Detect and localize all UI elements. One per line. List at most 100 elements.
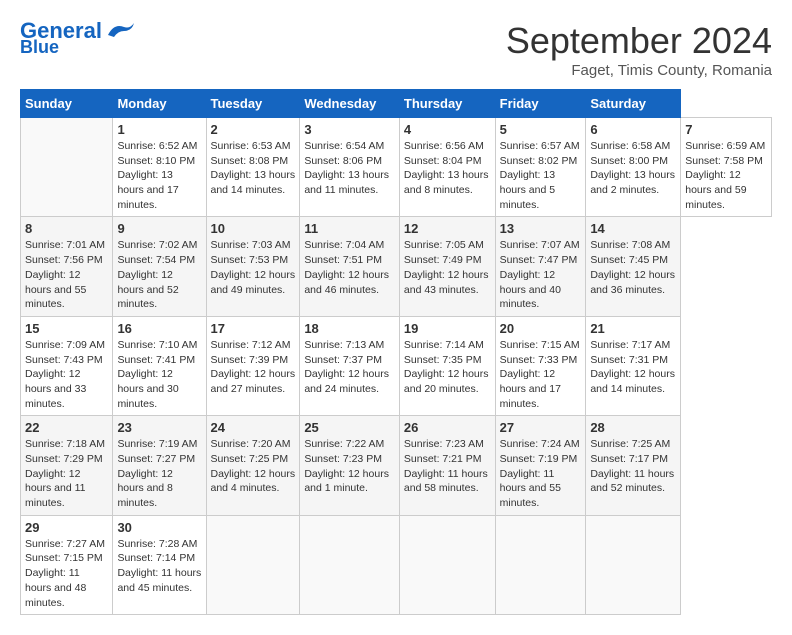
day-number: 11	[304, 221, 395, 236]
day-info: Sunrise: 7:18 AMSunset: 7:29 PMDaylight:…	[25, 437, 108, 510]
calendar-day-cell	[495, 515, 586, 614]
calendar-day-cell: 1 Sunrise: 6:52 AMSunset: 8:10 PMDaylight…	[113, 118, 206, 217]
title-area: September 2024 Faget, Timis County, Roma…	[506, 20, 772, 79]
calendar-day-cell: 30 Sunrise: 7:28 AMSunset: 7:14 PMDayligh…	[113, 515, 206, 614]
calendar-day-cell: 5 Sunrise: 6:57 AMSunset: 8:02 PMDaylight…	[495, 118, 586, 217]
calendar-day-cell: 13 Sunrise: 7:07 AMSunset: 7:47 PMDayligh…	[495, 217, 586, 316]
day-info: Sunrise: 7:22 AMSunset: 7:23 PMDaylight:…	[304, 437, 395, 496]
day-info: Sunrise: 7:27 AMSunset: 7:15 PMDaylight:…	[25, 537, 108, 610]
calendar-day-cell: 16 Sunrise: 7:10 AMSunset: 7:41 PMDayligh…	[113, 316, 206, 415]
day-of-week-header: Wednesday	[300, 90, 400, 118]
day-number: 24	[211, 420, 296, 435]
day-info: Sunrise: 7:17 AMSunset: 7:31 PMDaylight:…	[590, 338, 676, 397]
calendar-day-cell	[300, 515, 400, 614]
day-number: 30	[117, 520, 201, 535]
calendar-day-cell: 14Sunrise: 7:08 AMSunset: 7:45 PMDayligh…	[586, 217, 681, 316]
day-of-week-header: Friday	[495, 90, 586, 118]
logo-blue-text: Blue	[20, 38, 59, 56]
day-number: 2	[211, 122, 296, 137]
calendar-day-cell: 15 Sunrise: 7:09 AMSunset: 7:43 PMDayligh…	[21, 316, 113, 415]
day-info: Sunrise: 7:23 AMSunset: 7:21 PMDaylight:…	[404, 437, 491, 496]
day-info: Sunrise: 7:19 AMSunset: 7:27 PMDaylight:…	[117, 437, 201, 510]
day-number: 23	[117, 420, 201, 435]
day-number: 7	[685, 122, 767, 137]
day-number: 17	[211, 321, 296, 336]
calendar-body: 1 Sunrise: 6:52 AMSunset: 8:10 PMDaylight…	[21, 118, 772, 615]
day-info: Sunrise: 6:59 AMSunset: 7:58 PMDaylight:…	[685, 139, 767, 212]
calendar-day-cell: 2 Sunrise: 6:53 AMSunset: 8:08 PMDaylight…	[206, 118, 300, 217]
calendar-day-cell: 18 Sunrise: 7:13 AMSunset: 7:37 PMDayligh…	[300, 316, 400, 415]
day-info: Sunrise: 7:14 AMSunset: 7:35 PMDaylight:…	[404, 338, 491, 397]
calendar-header-row: SundayMondayTuesdayWednesdayThursdayFrid…	[21, 90, 772, 118]
calendar-day-cell: 23 Sunrise: 7:19 AMSunset: 7:27 PMDayligh…	[113, 416, 206, 515]
month-title: September 2024	[506, 20, 772, 62]
day-number: 22	[25, 420, 108, 435]
calendar-day-cell: 7 Sunrise: 6:59 AMSunset: 7:58 PMDaylight…	[681, 118, 772, 217]
calendar-day-cell: 24Sunrise: 7:20 AMSunset: 7:25 PMDayligh…	[206, 416, 300, 515]
day-number: 25	[304, 420, 395, 435]
day-info: Sunrise: 7:01 AMSunset: 7:56 PMDaylight:…	[25, 238, 108, 311]
day-number: 27	[500, 420, 582, 435]
day-number: 21	[590, 321, 676, 336]
day-info: Sunrise: 7:28 AMSunset: 7:14 PMDaylight:…	[117, 537, 201, 596]
day-number: 29	[25, 520, 108, 535]
day-number: 18	[304, 321, 395, 336]
day-info: Sunrise: 6:53 AMSunset: 8:08 PMDaylight:…	[211, 139, 296, 198]
day-info: Sunrise: 7:04 AMSunset: 7:51 PMDaylight:…	[304, 238, 395, 297]
calendar-day-cell: 19Sunrise: 7:14 AMSunset: 7:35 PMDayligh…	[399, 316, 495, 415]
day-number: 12	[404, 221, 491, 236]
calendar-day-cell: 21 Sunrise: 7:17 AMSunset: 7:31 PMDayligh…	[586, 316, 681, 415]
day-info: Sunrise: 7:09 AMSunset: 7:43 PMDaylight:…	[25, 338, 108, 411]
day-of-week-header: Monday	[113, 90, 206, 118]
day-number: 13	[500, 221, 582, 236]
day-number: 3	[304, 122, 395, 137]
calendar-day-cell: 28 Sunrise: 7:25 AMSunset: 7:17 PMDayligh…	[586, 416, 681, 515]
day-info: Sunrise: 6:56 AMSunset: 8:04 PMDaylight:…	[404, 139, 491, 198]
day-info: Sunrise: 6:54 AMSunset: 8:06 PMDaylight:…	[304, 139, 395, 198]
day-info: Sunrise: 6:52 AMSunset: 8:10 PMDaylight:…	[117, 139, 201, 212]
day-number: 15	[25, 321, 108, 336]
day-number: 10	[211, 221, 296, 236]
day-info: Sunrise: 7:10 AMSunset: 7:41 PMDaylight:…	[117, 338, 201, 411]
calendar-week-row: 8 Sunrise: 7:01 AMSunset: 7:56 PMDaylight…	[21, 217, 772, 316]
day-info: Sunrise: 6:58 AMSunset: 8:00 PMDaylight:…	[590, 139, 676, 198]
day-info: Sunrise: 7:15 AMSunset: 7:33 PMDaylight:…	[500, 338, 582, 411]
calendar-week-row: 15 Sunrise: 7:09 AMSunset: 7:43 PMDayligh…	[21, 316, 772, 415]
calendar-day-cell: 26Sunrise: 7:23 AMSunset: 7:21 PMDayligh…	[399, 416, 495, 515]
day-number: 16	[117, 321, 201, 336]
day-of-week-header: Thursday	[399, 90, 495, 118]
day-of-week-header: Sunday	[21, 90, 113, 118]
calendar-day-cell: 12 Sunrise: 7:05 AMSunset: 7:49 PMDayligh…	[399, 217, 495, 316]
calendar-day-cell: 22 Sunrise: 7:18 AMSunset: 7:29 PMDayligh…	[21, 416, 113, 515]
calendar-day-cell	[586, 515, 681, 614]
calendar-week-row: 29 Sunrise: 7:27 AMSunset: 7:15 PMDayligh…	[21, 515, 772, 614]
day-number: 8	[25, 221, 108, 236]
location-subtitle: Faget, Timis County, Romania	[506, 62, 772, 79]
day-info: Sunrise: 7:13 AMSunset: 7:37 PMDaylight:…	[304, 338, 395, 397]
day-info: Sunrise: 6:57 AMSunset: 8:02 PMDaylight:…	[500, 139, 582, 212]
calendar-day-cell: 8 Sunrise: 7:01 AMSunset: 7:56 PMDaylight…	[21, 217, 113, 316]
day-info: Sunrise: 7:02 AMSunset: 7:54 PMDaylight:…	[117, 238, 201, 311]
calendar-day-cell: 9 Sunrise: 7:02 AMSunset: 7:54 PMDaylight…	[113, 217, 206, 316]
calendar-table: SundayMondayTuesdayWednesdayThursdayFrid…	[20, 89, 772, 615]
day-number: 20	[500, 321, 582, 336]
day-info: Sunrise: 7:24 AMSunset: 7:19 PMDaylight:…	[500, 437, 582, 510]
day-number: 14	[590, 221, 676, 236]
calendar-day-cell: 3 Sunrise: 6:54 AMSunset: 8:06 PMDaylight…	[300, 118, 400, 217]
day-info: Sunrise: 7:05 AMSunset: 7:49 PMDaylight:…	[404, 238, 491, 297]
calendar-day-cell: 4Sunrise: 6:56 AMSunset: 8:04 PMDaylight…	[399, 118, 495, 217]
day-info: Sunrise: 7:03 AMSunset: 7:53 PMDaylight:…	[211, 238, 296, 297]
day-number: 5	[500, 122, 582, 137]
day-info: Sunrise: 7:25 AMSunset: 7:17 PMDaylight:…	[590, 437, 676, 496]
day-number: 9	[117, 221, 201, 236]
logo-bird-icon	[104, 21, 140, 41]
day-number: 1	[117, 122, 201, 137]
day-info: Sunrise: 7:12 AMSunset: 7:39 PMDaylight:…	[211, 338, 296, 397]
calendar-week-row: 1 Sunrise: 6:52 AMSunset: 8:10 PMDaylight…	[21, 118, 772, 217]
day-info: Sunrise: 7:07 AMSunset: 7:47 PMDaylight:…	[500, 238, 582, 311]
day-number: 6	[590, 122, 676, 137]
day-of-week-header: Tuesday	[206, 90, 300, 118]
day-of-week-header: Saturday	[586, 90, 681, 118]
day-number: 28	[590, 420, 676, 435]
calendar-week-row: 22 Sunrise: 7:18 AMSunset: 7:29 PMDayligh…	[21, 416, 772, 515]
